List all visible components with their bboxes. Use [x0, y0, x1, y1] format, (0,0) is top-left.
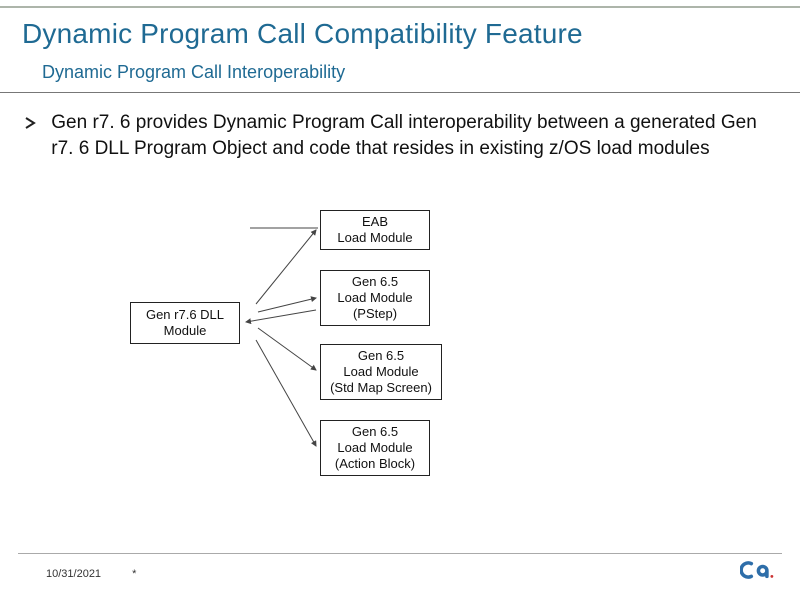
slide-title: Dynamic Program Call Compatibility Featu… [22, 18, 583, 50]
box-gen65-map-screen: Gen 6.5 Load Module (Std Map Screen) [320, 344, 442, 400]
box-text: Gen 6.5 [352, 424, 398, 440]
box-eab-load-module: EAB Load Module [320, 210, 430, 250]
diagram: Gen r7.6 DLL Module EAB Load Module Gen … [130, 210, 550, 510]
box-text: Module [164, 323, 207, 339]
box-text: Load Module [337, 290, 412, 306]
box-text: Gen 6.5 [352, 274, 398, 290]
box-text: (PStep) [353, 306, 397, 322]
title-divider [0, 92, 800, 93]
box-text: (Std Map Screen) [330, 380, 432, 396]
footer: 10/31/2021 * [46, 568, 136, 580]
chevron-right-icon [24, 112, 38, 138]
bullet-item: Gen r7. 6 provides Dynamic Program Call … [24, 110, 772, 161]
bullet-text: Gen r7. 6 provides Dynamic Program Call … [51, 110, 771, 161]
box-gen65-action-block: Gen 6.5 Load Module (Action Block) [320, 420, 430, 476]
footer-rule [18, 553, 782, 554]
box-text: EAB [362, 214, 388, 230]
box-text: (Action Block) [335, 456, 415, 472]
slide-subtitle: Dynamic Program Call Interoperability [42, 62, 345, 83]
box-dll-module: Gen r7.6 DLL Module [130, 302, 240, 344]
top-rule [0, 6, 800, 8]
box-text: Load Module [343, 364, 418, 380]
box-gen65-pstep: Gen 6.5 Load Module (PStep) [320, 270, 430, 326]
box-text: Load Module [337, 440, 412, 456]
footer-date: 10/31/2021 [46, 568, 101, 580]
box-text: Load Module [337, 230, 412, 246]
box-text: Gen r7.6 DLL [146, 307, 224, 323]
box-text: Gen 6.5 [358, 348, 404, 364]
footer-mark: * [132, 568, 136, 580]
slide: Dynamic Program Call Compatibility Featu… [0, 0, 800, 600]
ca-logo-icon [740, 559, 774, 586]
